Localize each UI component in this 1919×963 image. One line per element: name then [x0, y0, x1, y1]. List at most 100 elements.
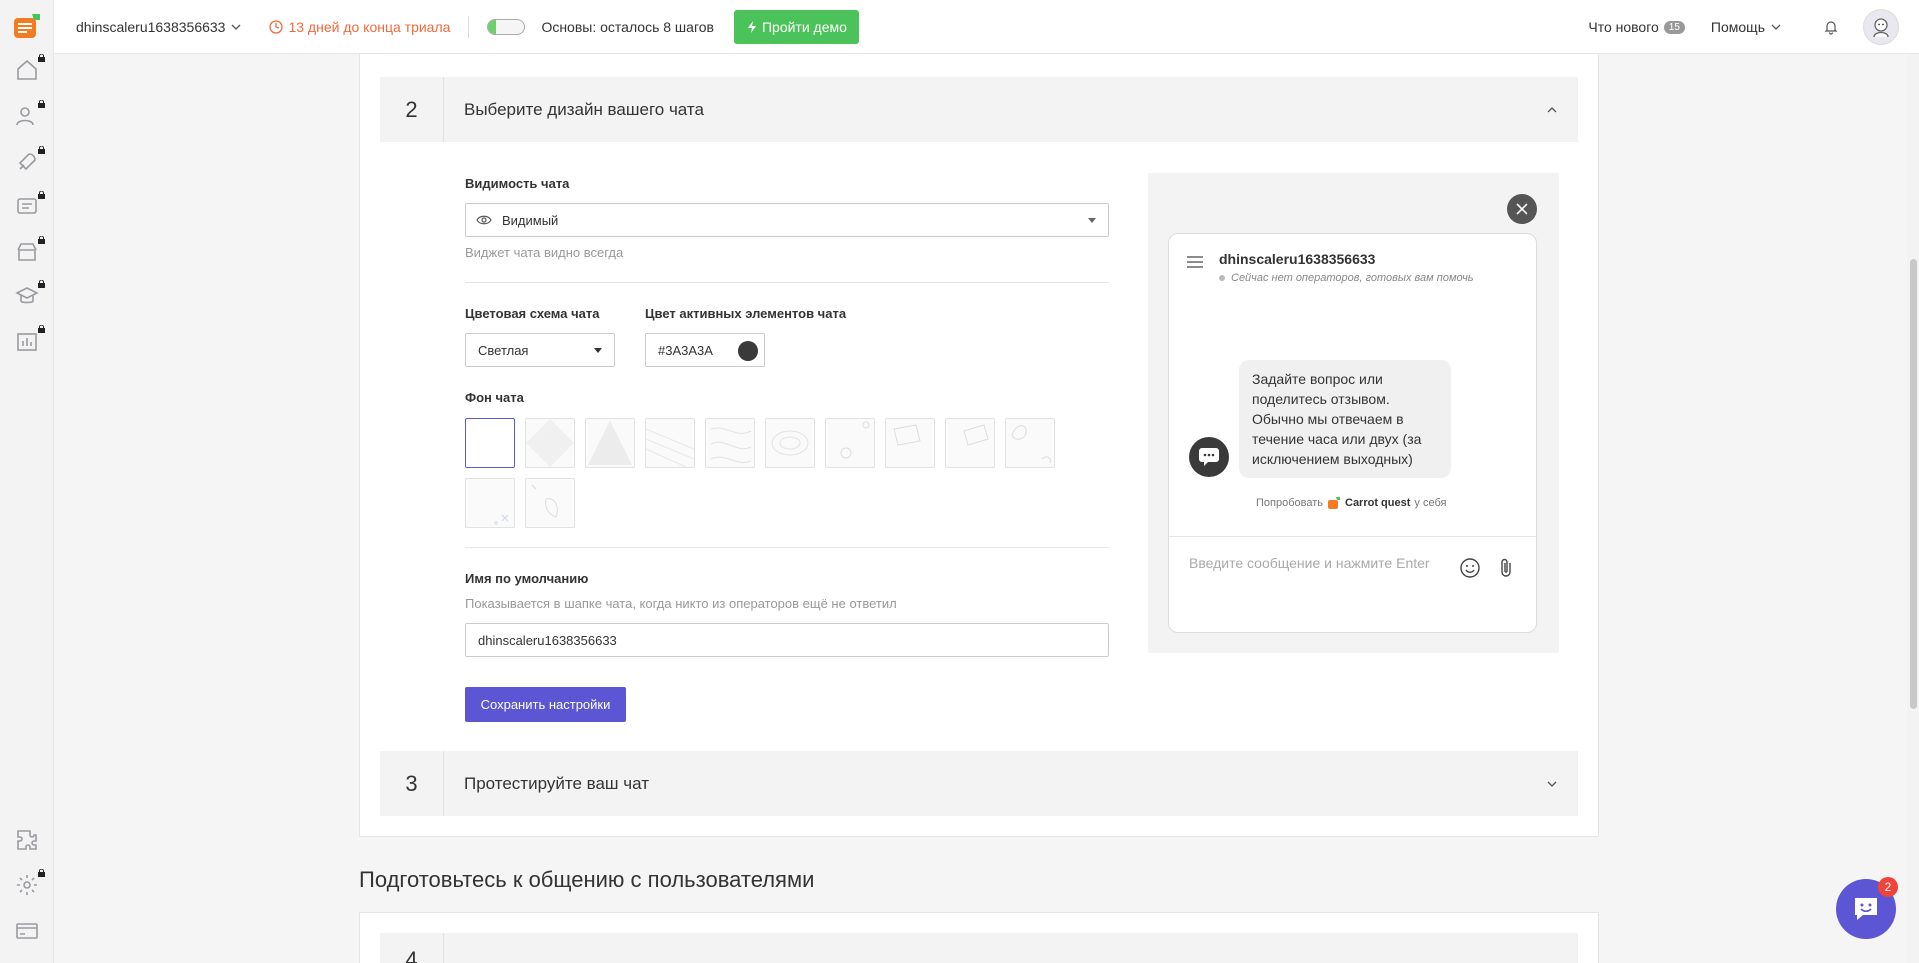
- sidebar: [0, 0, 54, 963]
- accent-color-swatch[interactable]: [738, 341, 758, 361]
- chevron-down-icon: [232, 24, 241, 30]
- demo-button[interactable]: Пройти демо: [733, 9, 859, 44]
- accent-color-input[interactable]: #3A3A3A: [645, 333, 765, 367]
- conversations-icon[interactable]: [15, 191, 45, 219]
- chevron-down-icon[interactable]: [1546, 778, 1558, 790]
- step-title: Протестируйте ваш чат: [464, 773, 649, 793]
- background-option-12[interactable]: [525, 478, 575, 528]
- chat-title: dhinscaleru1638356633: [1219, 251, 1376, 267]
- menu-icon[interactable]: [1187, 256, 1203, 268]
- close-icon[interactable]: [1507, 194, 1537, 224]
- background-option-5[interactable]: [705, 418, 755, 468]
- reports-icon[interactable]: [15, 325, 45, 353]
- rocket-icon[interactable]: [15, 146, 45, 174]
- chat-bubble-icon: [1855, 898, 1877, 920]
- pattern-icon: [526, 419, 574, 467]
- dots-pattern-icon: [494, 514, 509, 525]
- settings-icon[interactable]: [15, 869, 45, 897]
- step-4-header[interactable]: 4: [380, 933, 1578, 963]
- carrot-pattern-icon: [531, 484, 558, 518]
- accent-value: #3A3A3A: [658, 342, 713, 358]
- background-option-3[interactable]: [585, 418, 635, 468]
- default-name-hint: Показывается в шапке чата, когда никто и…: [465, 596, 897, 611]
- background-option-1[interactable]: [465, 418, 515, 468]
- welcome-message: Задайте вопрос или поделитесь отзывом. О…: [1239, 360, 1451, 478]
- background-option-9[interactable]: [945, 418, 995, 468]
- step-number: 2: [380, 77, 444, 142]
- whats-new-link[interactable]: Что нового 15: [1588, 19, 1685, 35]
- background-option-6[interactable]: [765, 418, 815, 468]
- triangle-pattern-icon: [588, 421, 632, 465]
- carrot-logo-icon[interactable]: [12, 12, 42, 42]
- chevron-up-icon[interactable]: [1546, 104, 1558, 116]
- step-title: Выберите дизайн вашего чата: [464, 99, 704, 119]
- onboarding-steps-text[interactable]: Основы: осталось 8 шагов: [541, 19, 714, 35]
- avatar[interactable]: [1863, 9, 1899, 45]
- unread-badge: 2: [1878, 877, 1898, 897]
- default-name-label: Имя по умолчанию: [465, 571, 589, 586]
- divider: [465, 282, 1109, 283]
- bell-icon[interactable]: [1823, 19, 1839, 35]
- step-3-header[interactable]: 3 Протестируйте ваш чат: [380, 751, 1578, 816]
- project-name: dhinscaleru1638356633: [76, 18, 226, 35]
- background-option-7[interactable]: [825, 418, 875, 468]
- carrot-icon: [1328, 497, 1340, 509]
- lock-icon: [38, 236, 45, 244]
- store-icon[interactable]: [15, 236, 45, 264]
- academy-icon[interactable]: [15, 280, 45, 308]
- trial-indicator[interactable]: 13 дней до конца триала: [269, 19, 450, 35]
- lock-icon: [38, 146, 45, 154]
- billing-icon[interactable]: [15, 919, 39, 943]
- caret-down-icon: [594, 348, 602, 353]
- help-label: Помощь: [1710, 19, 1765, 35]
- background-option-4[interactable]: [645, 418, 695, 468]
- integrations-icon[interactable]: [15, 828, 39, 852]
- background-option-2[interactable]: [525, 418, 575, 468]
- scrollbar-thumb[interactable]: [1910, 259, 1917, 709]
- powered-suffix: у себя: [1414, 497, 1447, 509]
- divider: [465, 547, 1109, 548]
- save-settings-button[interactable]: Сохранить настройки: [465, 687, 626, 722]
- support-chat-button[interactable]: 2: [1836, 877, 1898, 939]
- powered-by[interactable]: Попробовать Carrot quest у себя: [1256, 496, 1446, 510]
- step-number: 4: [380, 933, 444, 963]
- page-scrollbar[interactable]: [1907, 54, 1919, 963]
- background-option-8[interactable]: [885, 418, 935, 468]
- chevron-down-icon: [1771, 24, 1781, 30]
- operator-avatar-icon: [1189, 437, 1229, 477]
- chat-preview: dhinscaleru1638356633 Сейчас нет операто…: [1148, 173, 1559, 653]
- visibility-select[interactable]: Видимый: [465, 203, 1109, 237]
- lock-icon: [38, 54, 45, 62]
- scheme-select[interactable]: Светлая: [465, 333, 615, 367]
- chat-input-area[interactable]: Введите сообщение и нажмите Enter: [1169, 536, 1536, 632]
- chat-status-text: Сейчас нет операторов, готовых вам помоч…: [1231, 272, 1474, 284]
- step-2-header[interactable]: 2 Выберите дизайн вашего чата: [380, 77, 1578, 142]
- onboarding-progress[interactable]: [487, 18, 526, 35]
- visibility-value: Видимый: [502, 212, 559, 228]
- chat-window: dhinscaleru1638356633 Сейчас нет операто…: [1168, 233, 1537, 633]
- status-dot-icon: [1219, 275, 1225, 281]
- project-selector[interactable]: dhinscaleru1638356633: [76, 19, 241, 35]
- chat-input-placeholder[interactable]: Введите сообщение и нажмите Enter: [1189, 555, 1430, 571]
- contour-pattern-icon: [771, 430, 809, 456]
- powered-prefix: Попробовать: [1256, 497, 1323, 509]
- step-number: 3: [380, 751, 444, 816]
- attachment-icon[interactable]: [1497, 557, 1515, 579]
- scheme-value: Светлая: [478, 342, 529, 358]
- lock-icon: [38, 325, 45, 333]
- default-name-input[interactable]: dhinscaleru1638356633: [465, 623, 1109, 657]
- background-option-11[interactable]: [465, 478, 515, 528]
- whats-new-label: Что нового: [1588, 19, 1659, 35]
- default-name-value: dhinscaleru1638356633: [478, 632, 617, 648]
- lines-pattern-icon: [645, 428, 695, 468]
- help-menu[interactable]: Помощь: [1711, 19, 1781, 35]
- background-option-10[interactable]: [1005, 418, 1055, 468]
- home-icon[interactable]: [15, 54, 45, 82]
- ticket-pattern-icon: [963, 424, 989, 446]
- emoji-icon[interactable]: [1459, 557, 1481, 579]
- powered-brand: Carrot quest: [1345, 497, 1411, 509]
- eye-icon: [476, 215, 492, 225]
- users-icon[interactable]: [15, 100, 45, 128]
- caret-down-icon: [1088, 218, 1096, 223]
- visibility-label: Видимость чата: [465, 176, 570, 191]
